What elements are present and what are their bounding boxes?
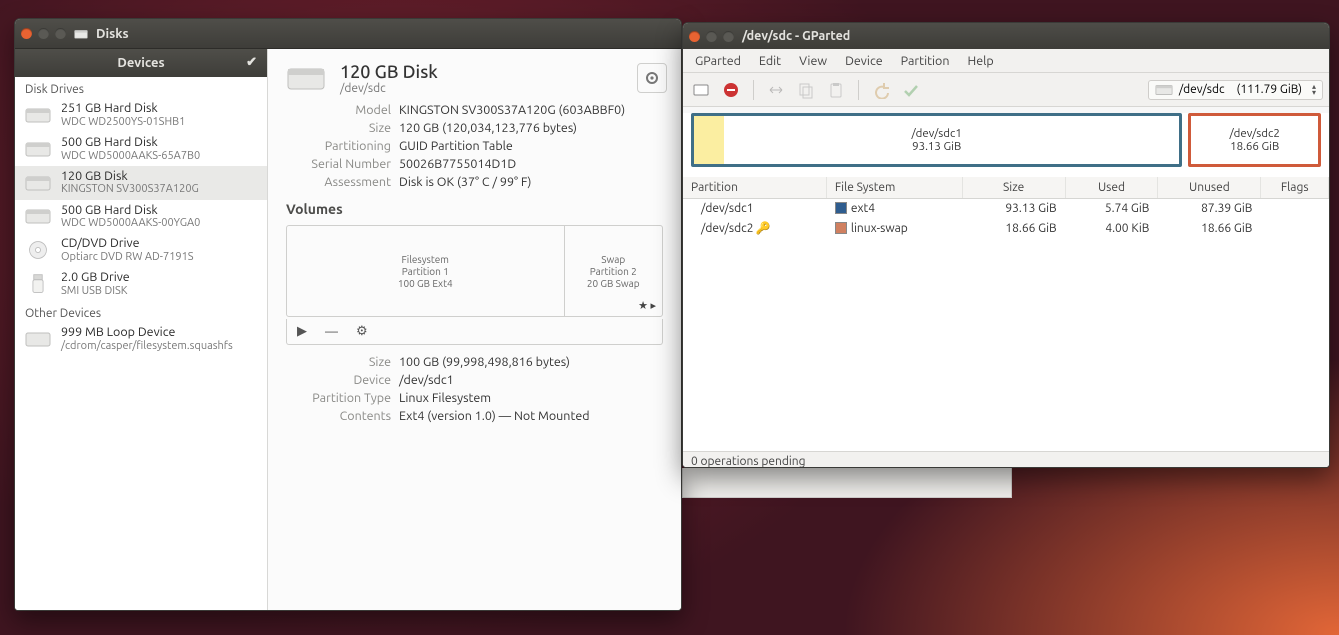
app-icon	[74, 27, 88, 41]
star-icon: ★ ▸	[638, 299, 656, 312]
table-row[interactable]: /dev/sdc2🔑linux-swap18.66 GiB4.00 KiB18.…	[683, 218, 1329, 238]
mount-button[interactable]: ▶	[297, 324, 307, 339]
undo-button[interactable]	[869, 78, 893, 102]
vol-contents: Ext4 (version 1.0) — Not Mounted	[399, 409, 663, 423]
optical-icon	[25, 239, 51, 261]
gparted-menubar: GParted Edit View Device Partition Help	[683, 49, 1329, 73]
hdd-icon	[1155, 83, 1173, 97]
device-name: /dev/sdc	[1179, 83, 1225, 96]
copy-button[interactable]	[794, 78, 818, 102]
spinner-icon[interactable]: ▴▾	[1312, 84, 1316, 96]
vol-size: 100 GB (99,998,498,816 bytes)	[399, 355, 663, 369]
gparted-titlebar[interactable]: /dev/sdc - GParted	[683, 23, 1329, 49]
col-used[interactable]: Used	[1065, 177, 1158, 199]
disk-model: KINGSTON SV300S37A120G (603ABBF0)	[399, 103, 663, 117]
gparted-toolbar: /dev/sdc (111.79 GiB) ▴▾	[683, 73, 1329, 107]
resize-button[interactable]	[764, 78, 788, 102]
col-filesystem[interactable]: File System	[826, 177, 962, 199]
drive-item[interactable]: 500 GB Hard DiskWDC WD5000AAKS-00YGA0	[15, 200, 267, 234]
minimize-icon[interactable]	[38, 28, 49, 39]
vol-ptype: Linux Filesystem	[399, 391, 663, 405]
disk-path: /dev/sdc	[340, 82, 438, 95]
disks-window: Disks Devices ✔ Disk Drives 251 GB Hard …	[14, 18, 682, 611]
hdd-icon	[25, 172, 51, 194]
vol-device: /dev/sdc1	[399, 373, 663, 387]
col-size[interactable]: Size	[962, 177, 1065, 199]
menu-gparted[interactable]: GParted	[687, 51, 749, 71]
disk-size: 120 GB (120,034,123,776 bytes)	[399, 121, 663, 135]
menu-device[interactable]: Device	[837, 51, 891, 71]
device-size: (111.79 GiB)	[1237, 83, 1302, 96]
col-partition[interactable]: Partition	[683, 177, 826, 199]
partition-sdc1[interactable]: /dev/sdc1 93.13 GiB	[691, 113, 1182, 167]
drive-item[interactable]: 999 MB Loop Device/cdrom/casper/filesyst…	[15, 322, 267, 356]
disk-partitioning: GUID Partition Table	[399, 139, 663, 153]
disk-assessment: Disk is OK (37° C / 99° F)	[399, 175, 663, 189]
window-title: Disks	[96, 27, 129, 41]
devices-sidebar: Devices ✔ Disk Drives 251 GB Hard DiskWD…	[15, 49, 268, 610]
drive-item[interactable]: 251 GB Hard DiskWDC WD2500YS-01SHB1	[15, 98, 267, 132]
partition-table: Partition File System Size Used Unused F…	[683, 177, 1329, 238]
new-partition-button[interactable]	[689, 78, 713, 102]
section-other-devices: Other Devices	[15, 301, 267, 322]
disk-serial: 50026B7755014D1D	[399, 157, 663, 171]
menu-help[interactable]: Help	[960, 51, 1002, 71]
maximize-icon[interactable]	[55, 28, 66, 39]
volume-toolbar: ▶ — ⚙	[286, 319, 663, 345]
partition-sdc2[interactable]: /dev/sdc2 18.66 GiB	[1188, 113, 1321, 167]
devices-header: Devices ✔	[15, 49, 267, 77]
check-icon[interactable]: ✔	[246, 55, 257, 70]
delete-button[interactable]: —	[325, 325, 338, 339]
drive-item[interactable]: CD/DVD DriveOptiarc DVD RW AD-7191S	[15, 233, 267, 267]
background-window-fragment	[682, 468, 1012, 498]
delete-partition-button[interactable]	[719, 78, 743, 102]
apply-button[interactable]	[899, 78, 923, 102]
hdd-icon	[25, 104, 51, 126]
menu-edit[interactable]: Edit	[751, 51, 789, 71]
drive-item[interactable]: 500 GB Hard DiskWDC WD5000AAKS-65A7B0	[15, 132, 267, 166]
close-icon[interactable]	[21, 28, 32, 39]
gear-icon	[644, 70, 660, 86]
col-unused[interactable]: Unused	[1158, 177, 1261, 199]
volumes-header: Volumes	[286, 201, 663, 217]
device-selector[interactable]: /dev/sdc (111.79 GiB) ▴▾	[1148, 80, 1323, 100]
hdd-icon	[25, 205, 51, 227]
drive-item[interactable]: 2.0 GB DriveSMI USB DISK	[15, 267, 267, 301]
disk-detail-pane: 120 GB Disk /dev/sdc ModelKINGSTON SV300…	[268, 49, 681, 610]
col-flags[interactable]: Flags	[1261, 177, 1329, 199]
minimize-icon[interactable]	[706, 31, 717, 42]
drive-item-selected[interactable]: 120 GB DiskKINGSTON SV300S37A120G	[15, 166, 267, 200]
disk-icon	[286, 61, 326, 95]
window-title: /dev/sdc - GParted	[742, 29, 850, 43]
gparted-window: /dev/sdc - GParted GParted Edit View Dev…	[682, 22, 1330, 468]
disks-titlebar[interactable]: Disks	[15, 19, 681, 49]
usb-icon	[25, 273, 51, 295]
close-icon[interactable]	[689, 31, 700, 42]
paste-button[interactable]	[824, 78, 848, 102]
fs-swatch-icon	[835, 222, 847, 234]
menu-view[interactable]: View	[791, 51, 835, 71]
table-row[interactable]: /dev/sdc1ext493.13 GiB5.74 GiB87.39 GiB	[683, 199, 1329, 219]
section-disk-drives: Disk Drives	[15, 77, 267, 98]
disk-title: 120 GB Disk	[340, 62, 438, 82]
menu-partition[interactable]: Partition	[893, 51, 958, 71]
loop-icon	[25, 328, 51, 350]
volume-settings-button[interactable]: ⚙	[356, 324, 368, 339]
volumes-map[interactable]: Filesystem Partition 1 100 GB Ext4 Swap …	[286, 225, 663, 317]
disk-settings-button[interactable]	[637, 63, 667, 93]
hdd-icon	[25, 138, 51, 160]
status-bar: 0 operations pending	[683, 451, 1329, 468]
key-icon: 🔑	[756, 221, 770, 235]
fs-swatch-icon	[835, 202, 847, 214]
volume-partition-1[interactable]: Filesystem Partition 1 100 GB Ext4	[287, 226, 565, 316]
maximize-icon[interactable]	[723, 31, 734, 42]
volume-partition-2[interactable]: Swap Partition 2 20 GB Swap ★ ▸	[565, 226, 663, 316]
